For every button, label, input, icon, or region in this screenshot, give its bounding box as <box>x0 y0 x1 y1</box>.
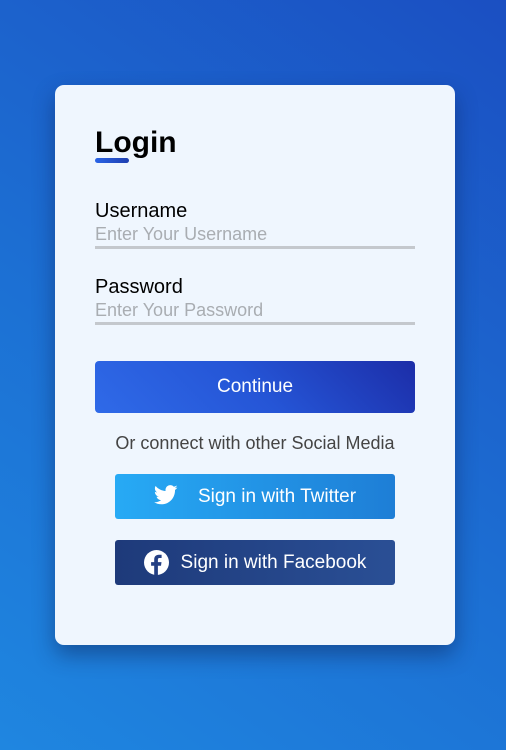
username-input[interactable] <box>95 223 415 249</box>
social-media-text: Or connect with other Social Media <box>115 433 395 453</box>
continue-button[interactable]: Continue <box>95 361 415 413</box>
facebook-signin-button[interactable]: Sign in with Facebook <box>115 540 395 585</box>
password-input[interactable] <box>95 299 415 325</box>
password-field-group: Password <box>95 275 415 325</box>
twitter-signin-button[interactable]: Sign in with Twitter <box>115 474 395 519</box>
facebook-icon <box>143 550 169 575</box>
login-card: Login Username Password Continue Or conn… <box>55 85 455 645</box>
facebook-signin-label: Sign in with Facebook <box>180 551 367 573</box>
twitter-bird-icon <box>153 484 178 505</box>
login-title: Login <box>95 126 177 159</box>
username-label: Username <box>95 200 188 222</box>
title-underline <box>95 158 129 163</box>
twitter-signin-label: Sign in with Twitter <box>197 485 357 507</box>
username-field-group: Username <box>95 199 415 249</box>
password-label: Password <box>95 276 183 298</box>
